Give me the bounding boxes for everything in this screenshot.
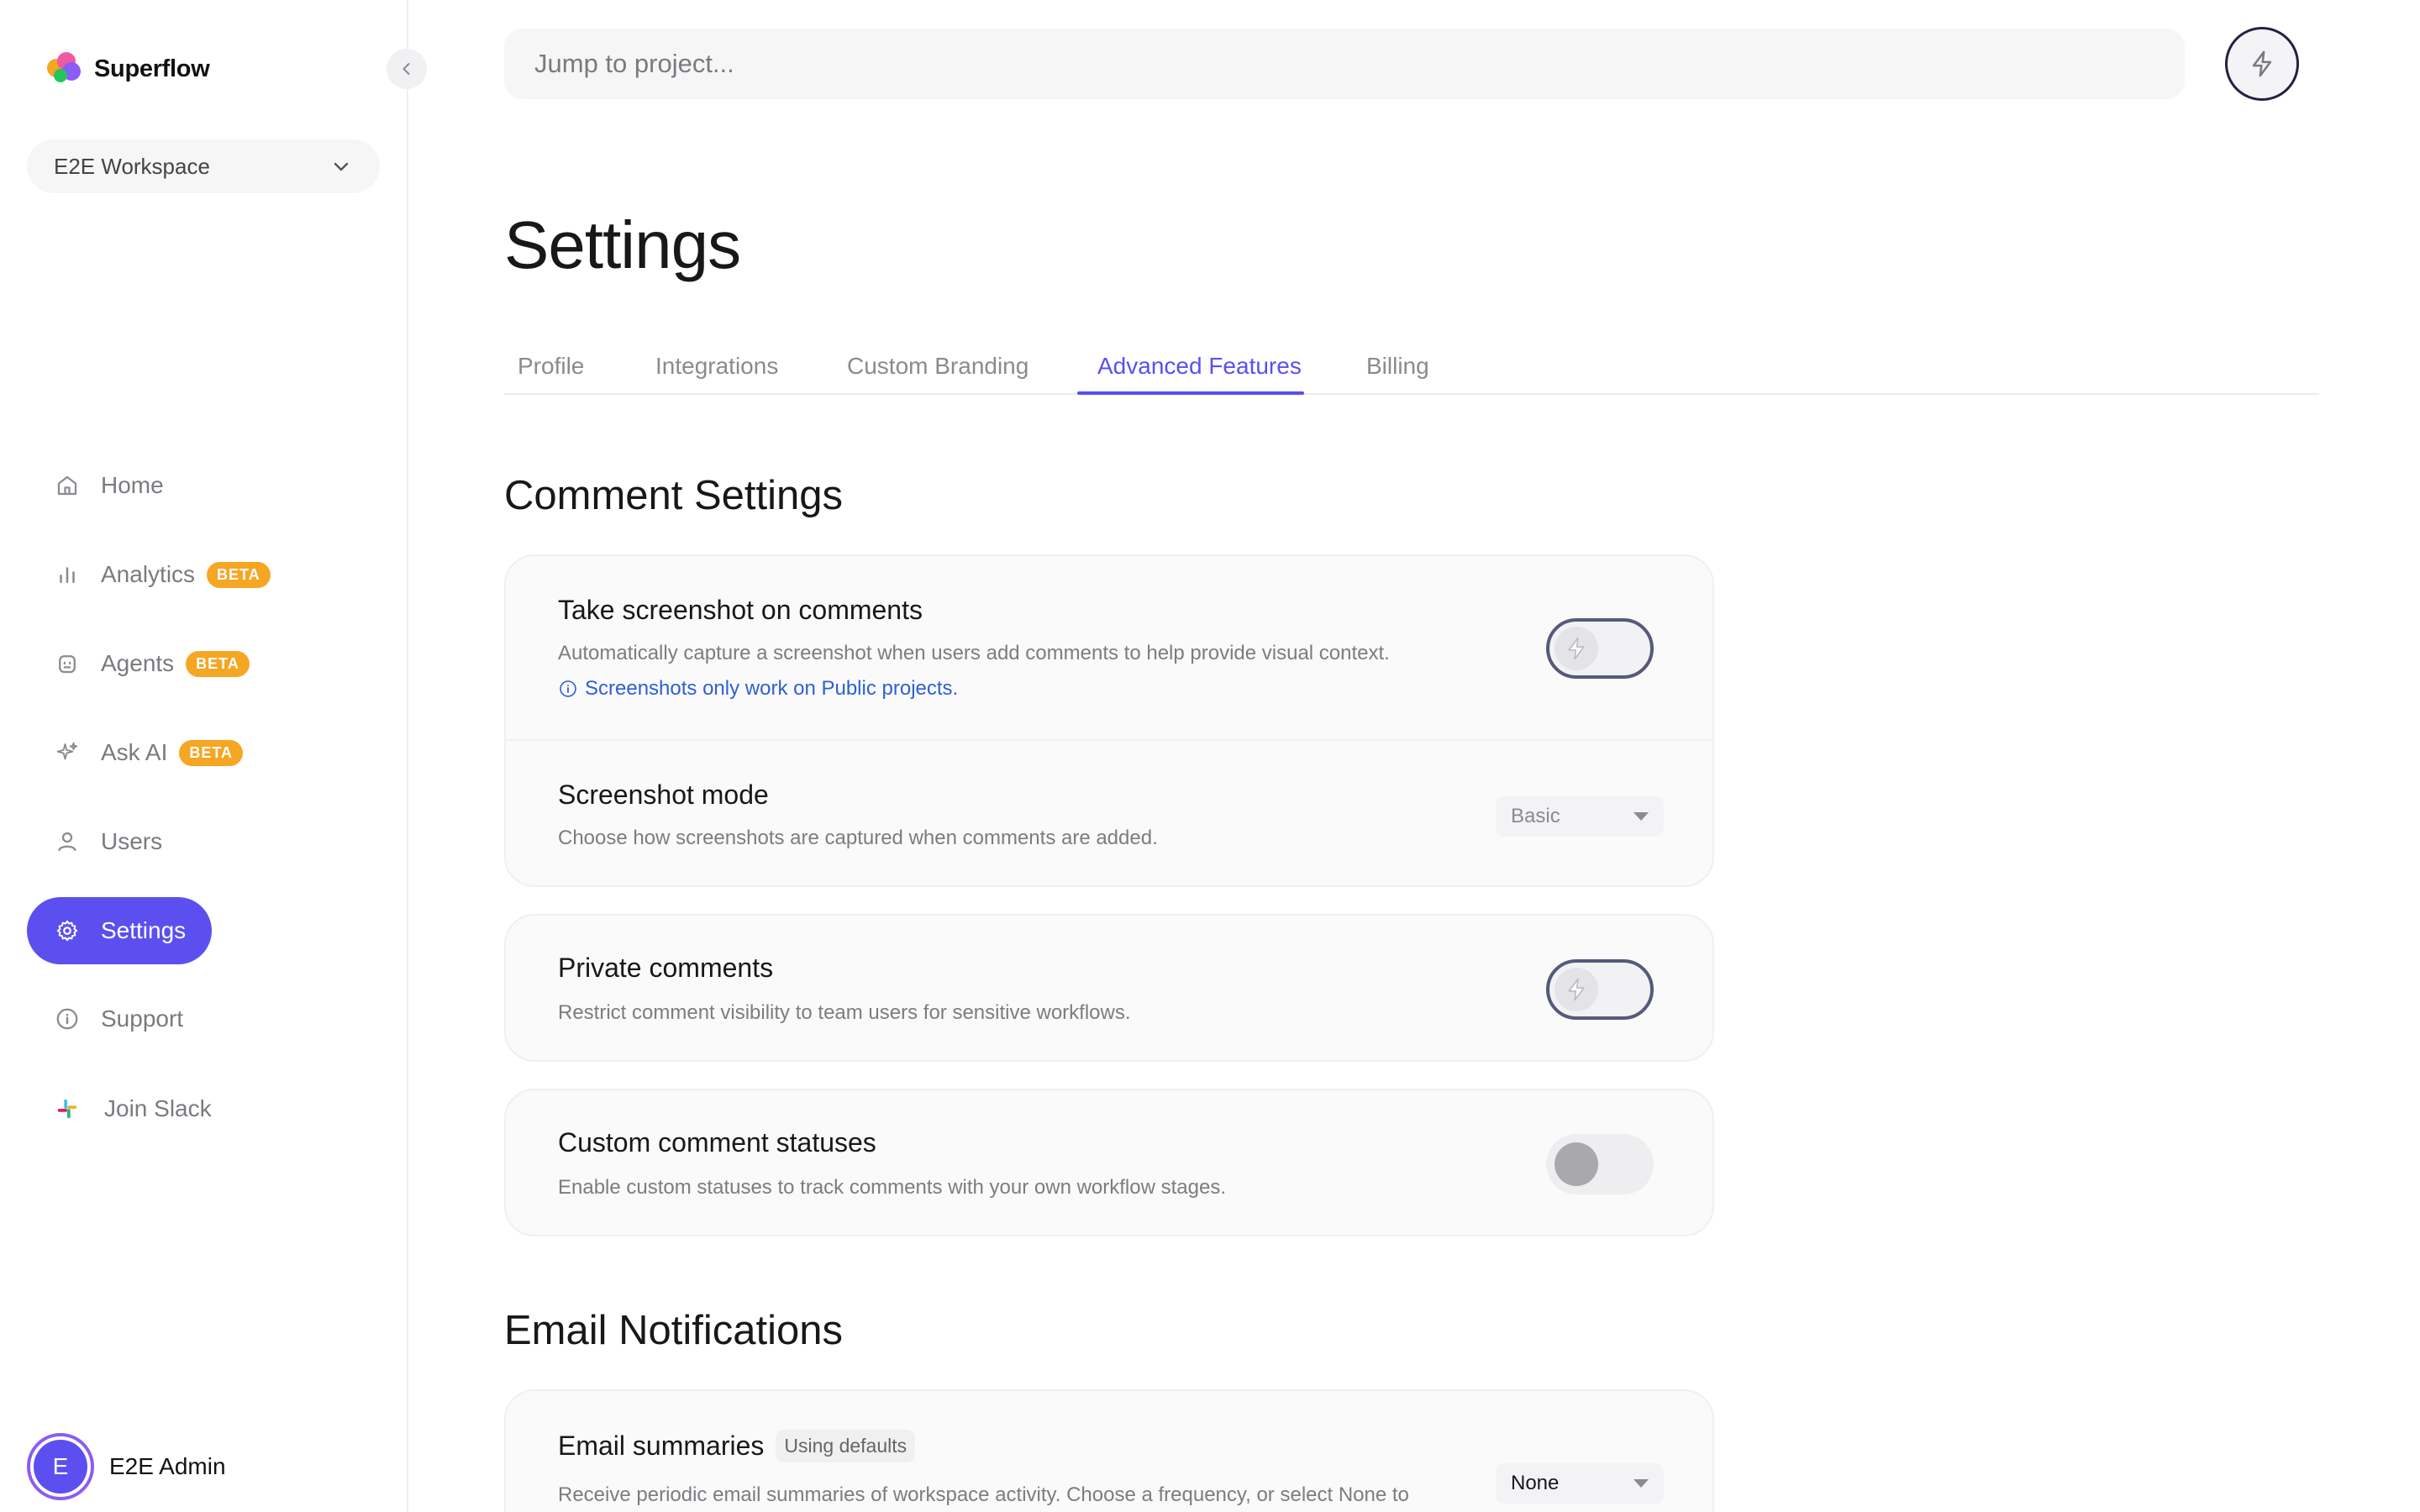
- setting-row-email-summaries: Email summaries Using defaults Receive p…: [506, 1391, 1712, 1512]
- setting-title: Email summaries: [558, 1431, 765, 1461]
- search-input[interactable]: [504, 29, 2185, 99]
- beta-badge: BETA: [207, 561, 271, 588]
- setting-title: Take screenshot on comments: [558, 595, 923, 625]
- tab-billing[interactable]: Billing: [1366, 353, 1429, 380]
- active-tab-indicator: [1077, 391, 1304, 395]
- setting-description: Receive periodic email summaries of work…: [558, 1483, 1409, 1506]
- beta-badge: BETA: [179, 739, 244, 766]
- avatar: E: [27, 1433, 94, 1500]
- setting-description: Restrict comment visibility to team user…: [558, 1001, 1131, 1024]
- robot-icon: [54, 650, 81, 677]
- toggle-knob: [1555, 627, 1598, 670]
- toggle-knob: [1555, 1142, 1598, 1186]
- sidebar-item-label: Analytics: [101, 561, 196, 587]
- screenshot-mode-select[interactable]: Basic: [1496, 796, 1664, 837]
- caret-down-icon: [1634, 812, 1649, 821]
- gear-icon: [54, 917, 81, 944]
- info-icon: [54, 1005, 81, 1032]
- email-summaries-card: Email summaries Using defaults Receive p…: [504, 1389, 1714, 1512]
- collapse-sidebar-button[interactable]: [387, 49, 427, 89]
- user-name: E2E Admin: [109, 1453, 226, 1479]
- sidebar-item-support[interactable]: Support: [27, 985, 183, 1053]
- setting-title: Screenshot mode: [558, 780, 769, 810]
- sidebar-item-label: Home: [101, 472, 164, 498]
- sidebar: Superflow E2E Workspace Home Analytics B…: [0, 0, 427, 1512]
- page-title: Settings: [504, 207, 741, 282]
- home-icon: [54, 472, 81, 499]
- section-title-email-notifications: Email Notifications: [504, 1308, 844, 1353]
- user-icon: [54, 828, 81, 855]
- custom-statuses-card: Custom comment statuses Enable custom st…: [504, 1089, 1714, 1236]
- info-icon: [560, 680, 576, 697]
- custom-statuses-toggle[interactable]: [1546, 1134, 1654, 1194]
- private-comments-card: Private comments Restrict comment visibi…: [504, 914, 1714, 1062]
- sidebar-item-label: Support: [101, 1005, 184, 1032]
- workspace-label: E2E Workspace: [54, 153, 210, 179]
- lightning-icon: [1568, 637, 1585, 660]
- private-comments-toggle[interactable]: [1546, 959, 1654, 1020]
- sparkles-icon: [54, 739, 81, 766]
- superflow-logo-icon: [45, 50, 82, 87]
- workspace-select[interactable]: E2E Workspace: [27, 139, 380, 193]
- setting-note[interactable]: Screenshots only work on Public projects…: [558, 677, 958, 701]
- tab-profile[interactable]: Profile: [518, 353, 584, 380]
- setting-title-wrap: Email summaries Using defaults: [558, 1430, 916, 1462]
- setting-title: Private comments: [558, 953, 774, 983]
- setting-row-screenshot: Take screenshot on comments Automaticall…: [506, 556, 1712, 739]
- tab-integrations[interactable]: Integrations: [655, 353, 778, 380]
- bar-chart-icon: [54, 561, 81, 588]
- setting-description: Choose how screenshots are captured when…: [558, 827, 1158, 849]
- using-defaults-badge: Using defaults: [776, 1430, 916, 1462]
- setting-title: Custom comment statuses: [558, 1127, 876, 1158]
- sidebar-item-analytics[interactable]: Analytics BETA: [27, 541, 271, 608]
- setting-description: Enable custom statuses to track comments…: [558, 1176, 1226, 1199]
- email-frequency-select[interactable]: None: [1496, 1463, 1664, 1504]
- brand[interactable]: Superflow: [45, 50, 210, 87]
- setting-description: Automatically capture a screenshot when …: [558, 642, 1390, 664]
- setting-note-text: Screenshots only work on Public projects…: [585, 677, 959, 700]
- slack-icon: [54, 1095, 81, 1122]
- section-title-comment-settings: Comment Settings: [504, 473, 844, 518]
- lightning-icon: [2252, 50, 2272, 77]
- lightning-icon: [1568, 978, 1585, 1001]
- sidebar-item-label: Ask AI: [101, 739, 168, 765]
- setting-row-private-comments: Private comments Restrict comment visibi…: [506, 916, 1712, 1063]
- sidebar-item-label: Users: [101, 828, 163, 854]
- select-value: Basic: [1511, 805, 1560, 827]
- sidebar-item-label: Join Slack: [104, 1095, 212, 1121]
- user-profile[interactable]: E E2E Admin: [27, 1433, 226, 1500]
- chevron-down-icon: [334, 162, 349, 171]
- toggle-knob: [1555, 968, 1598, 1011]
- beta-badge: BETA: [186, 650, 250, 677]
- screenshot-toggle[interactable]: [1546, 618, 1654, 679]
- tab-advanced-features[interactable]: Advanced Features: [1097, 353, 1302, 380]
- app-root: Superflow E2E Workspace Home Analytics B…: [0, 0, 2420, 1512]
- sidebar-item-label: Agents: [101, 650, 175, 676]
- setting-row-screenshot-mode: Screenshot mode Choose how screenshots a…: [506, 739, 1712, 889]
- setting-row-custom-statuses: Custom comment statuses Enable custom st…: [506, 1090, 1712, 1238]
- screenshot-settings-card: Take screenshot on comments Automaticall…: [504, 554, 1714, 887]
- settings-tabs: Profile Integrations Custom Branding Adv…: [504, 343, 2319, 395]
- brand-name: Superflow: [94, 55, 210, 82]
- tab-custom-branding[interactable]: Custom Branding: [847, 353, 1028, 380]
- sidebar-item-agents[interactable]: Agents BETA: [27, 630, 250, 697]
- sidebar-item-home[interactable]: Home: [27, 452, 164, 519]
- sidebar-item-users[interactable]: Users: [27, 808, 162, 875]
- select-value: None: [1511, 1472, 1560, 1494]
- sidebar-item-join-slack[interactable]: Join Slack: [27, 1075, 212, 1142]
- chevron-left-icon: [402, 63, 410, 75]
- sidebar-item-ask-ai[interactable]: Ask AI BETA: [27, 719, 244, 786]
- quick-actions-button[interactable]: [2225, 27, 2299, 101]
- sidebar-item-label: Settings: [101, 917, 187, 943]
- sidebar-item-settings[interactable]: Settings: [27, 897, 212, 964]
- caret-down-icon: [1634, 1479, 1649, 1488]
